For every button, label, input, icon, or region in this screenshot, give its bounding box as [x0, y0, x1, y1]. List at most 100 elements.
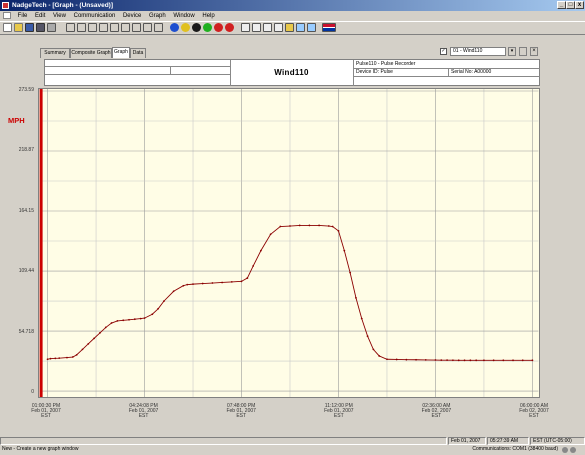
x-tick-label: 02:36:00 AM Feb 02, 2007 EST — [421, 403, 452, 419]
data-point — [192, 283, 194, 286]
data-point — [240, 280, 243, 283]
data-point — [483, 359, 485, 362]
y-tick-label: 54.718 — [18, 328, 34, 335]
data-point — [75, 353, 78, 356]
data-point — [457, 359, 460, 362]
status-bar: Feb 01, 2007 05:27:39 AM EST (UTC-05:00)… — [0, 437, 585, 455]
stop-icon[interactable] — [214, 23, 223, 32]
close-graph-icon[interactable]: × — [530, 47, 538, 56]
tile-icon[interactable] — [307, 23, 316, 32]
zoom-x-icon[interactable] — [121, 23, 130, 32]
data-point — [157, 307, 160, 310]
data-point — [49, 357, 52, 360]
graph-plot[interactable] — [38, 88, 540, 398]
data-point — [110, 322, 113, 324]
data-point — [469, 359, 472, 362]
print-icon[interactable] — [47, 23, 56, 32]
tab-summary[interactable]: Summary — [40, 48, 70, 58]
record-icon[interactable] — [192, 23, 201, 32]
data-point — [128, 318, 130, 321]
minimize-button[interactable]: _ — [557, 1, 566, 9]
data-point — [298, 224, 301, 227]
data-point — [452, 359, 454, 362]
status-scroll-panel — [0, 437, 447, 445]
zoom-reset-icon[interactable] — [154, 23, 163, 32]
data-point — [87, 342, 90, 345]
window-icon[interactable] — [296, 23, 305, 32]
tab-composite-graph[interactable]: Composite Graph — [70, 48, 112, 58]
data-point — [163, 300, 165, 303]
data-point — [386, 358, 388, 361]
menu-window[interactable]: Window — [170, 11, 197, 21]
data-point — [424, 358, 427, 361]
pan-icon[interactable] — [77, 23, 86, 32]
menu-view[interactable]: View — [50, 11, 69, 21]
zoom-y-icon[interactable] — [132, 23, 141, 32]
table-icon[interactable] — [252, 23, 261, 32]
data-point — [269, 233, 272, 236]
data-point — [71, 356, 74, 358]
tab-data[interactable]: Data — [130, 48, 146, 58]
y-tick-label: 218.87 — [18, 147, 34, 154]
menu-help[interactable]: Help — [199, 11, 217, 21]
crosshair-icon[interactable] — [88, 23, 97, 32]
data-point — [475, 359, 478, 362]
status-date: Feb 01, 2007 — [448, 437, 486, 445]
zoom-in-icon[interactable] — [99, 23, 108, 32]
stop-all-icon[interactable] — [225, 23, 234, 32]
device-id: Device ID: Pulse — [356, 69, 393, 75]
data-point — [151, 313, 154, 316]
data-point — [58, 357, 61, 360]
folder-icon[interactable] — [285, 23, 294, 32]
data-point — [502, 359, 505, 362]
data-point — [211, 282, 214, 284]
grid-icon[interactable] — [241, 23, 250, 32]
data-point — [337, 230, 340, 232]
pointer-icon[interactable] — [66, 23, 75, 32]
data-point — [252, 265, 255, 267]
device-name: Wind110 — [274, 68, 309, 77]
language-flag-icon[interactable] — [322, 23, 336, 32]
tab-graph[interactable]: Graph — [112, 47, 130, 58]
data-point — [122, 319, 125, 322]
menu-device[interactable]: Device — [120, 11, 144, 21]
data-point — [512, 359, 514, 362]
export-icon[interactable] — [274, 23, 283, 32]
star-icon[interactable] — [181, 23, 190, 32]
comm-status-icon — [562, 447, 568, 453]
y-tick-label: 273.59 — [18, 87, 34, 93]
chevron-down-icon[interactable]: ▾ — [508, 47, 516, 56]
graph-checkbox[interactable]: ✓ — [440, 48, 447, 55]
data-point — [405, 358, 408, 361]
maximize-button[interactable]: □ — [566, 1, 575, 9]
status-message: New - Create a new graph window — [2, 446, 79, 452]
data-point — [116, 319, 119, 322]
zoom-out-icon[interactable] — [110, 23, 119, 32]
stats-icon[interactable] — [263, 23, 272, 32]
title-bar: NadgeTech - [Graph - (Unsaved)] _ □ x — [0, 0, 585, 11]
minimize-graph-icon[interactable] — [519, 47, 527, 56]
menu-communication[interactable]: Communication — [71, 11, 119, 21]
start-icon[interactable] — [203, 23, 212, 32]
menu-graph[interactable]: Graph — [146, 11, 169, 21]
data-point — [349, 271, 352, 274]
menu-bar: File Edit View Communication Device Grap… — [0, 11, 585, 21]
data-point — [531, 359, 534, 362]
y-tick-label: 0 — [31, 389, 34, 395]
help-icon[interactable] — [170, 23, 179, 32]
x-tick-label: 11:12:00 PM Feb 01, 2007 EST — [324, 403, 354, 419]
data-point — [463, 359, 466, 362]
data-point — [355, 296, 357, 299]
data-point — [104, 326, 107, 329]
status-timezone: EST (UTC-05:00) — [530, 437, 585, 445]
close-button[interactable]: x — [575, 1, 584, 9]
data-point — [440, 359, 443, 362]
zoom-box-icon[interactable] — [143, 23, 152, 32]
y-axis-labels: 273.59 218.87 164.15 109.44 54.718 0 — [0, 0, 40, 455]
serial-number: Serial No: A00000 — [451, 69, 492, 75]
data-point — [521, 359, 524, 362]
data-point — [360, 317, 363, 320]
channel-dropdown[interactable]: 01 - Wind110 — [450, 47, 506, 56]
device-status-icon — [570, 447, 576, 453]
data-point — [182, 284, 185, 287]
